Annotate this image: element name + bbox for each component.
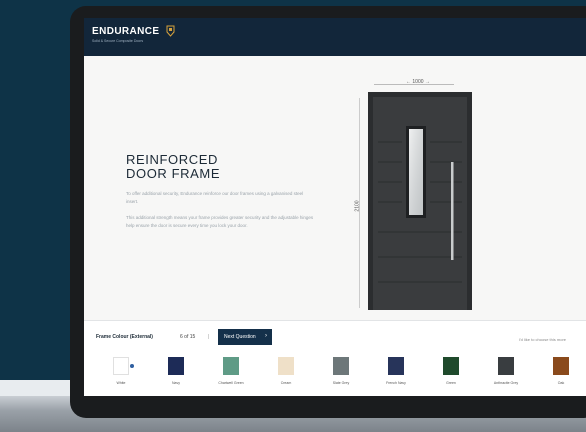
- swatch-label: Slate Grey: [332, 381, 350, 385]
- swatch-slate-grey[interactable]: Slate Grey: [320, 357, 362, 391]
- swatch-chip: [333, 357, 349, 375]
- swatch-label: White: [116, 381, 126, 385]
- step-separator: |: [208, 334, 210, 340]
- configurator-bar: Frame Colour (External) 6 of 15 | Next Q…: [84, 320, 586, 396]
- swatch-label: French Navy: [386, 381, 406, 385]
- swatch-cream[interactable]: Cream: [265, 357, 307, 391]
- swatch-oak[interactable]: Oak: [540, 357, 582, 391]
- swatch-navy[interactable]: Navy: [155, 357, 197, 391]
- laptop-screen: ENDURANCE Solid & Secure Composite Doors…: [84, 18, 586, 396]
- swatch-label: Oak: [557, 381, 565, 385]
- swatch-anthracite-grey[interactable]: Anthracite Grey: [485, 357, 527, 391]
- height-dimension-label: 2100: [354, 200, 361, 212]
- brand-logo[interactable]: ENDURANCE: [92, 26, 160, 37]
- swatch-chip: [223, 357, 239, 375]
- swatch-chartwell-green[interactable]: Chartwell Green: [210, 357, 252, 391]
- swatch-chip: [388, 357, 404, 375]
- swatch-chip: [443, 357, 459, 375]
- swatch-label: Cream: [280, 381, 292, 385]
- width-dimension-label: ← 1000 →: [406, 79, 430, 85]
- swatch-green[interactable]: Green: [430, 357, 472, 391]
- swatch-french-navy[interactable]: French Navy: [375, 357, 417, 391]
- swatch-chip: [553, 357, 569, 375]
- door-handle: [451, 162, 454, 260]
- brand-tagline: Solid & Secure Composite Doors: [92, 39, 144, 43]
- swatch-chip: [278, 357, 294, 375]
- page-title: REINFORCED DOOR FRAME: [126, 152, 221, 181]
- door-preview: [368, 92, 472, 310]
- swatch-label: Green: [446, 381, 456, 385]
- shield-icon: [166, 25, 175, 37]
- chevron-right-icon: ›: [265, 333, 267, 339]
- colour-swatch-row: White Navy Chartwell Green Cream Slate G…: [100, 357, 586, 393]
- frame-colour-label: Frame Colour (External): [96, 334, 153, 340]
- swatch-label: Chartwell Green: [218, 381, 244, 385]
- intro-paragraph: To offer additional security, Endurance …: [126, 191, 304, 204]
- site-header: ENDURANCE Solid & Secure Composite Doors: [84, 18, 586, 56]
- swatch-label: Navy: [172, 381, 180, 385]
- next-question-button[interactable]: Next Question ›: [218, 329, 272, 345]
- swatch-chip: [168, 357, 184, 375]
- swatch-chip: [498, 357, 514, 375]
- detail-paragraph: This additional strength means your fram…: [126, 215, 314, 228]
- swatch-white[interactable]: White: [100, 357, 142, 391]
- swatch-chip: [113, 357, 129, 375]
- swatch-label: Anthracite Grey: [493, 381, 519, 385]
- step-counter: 6 of 15: [180, 334, 196, 340]
- selected-indicator-icon: [130, 364, 134, 368]
- more-options-link[interactable]: I'd like to choose this more: [519, 337, 566, 342]
